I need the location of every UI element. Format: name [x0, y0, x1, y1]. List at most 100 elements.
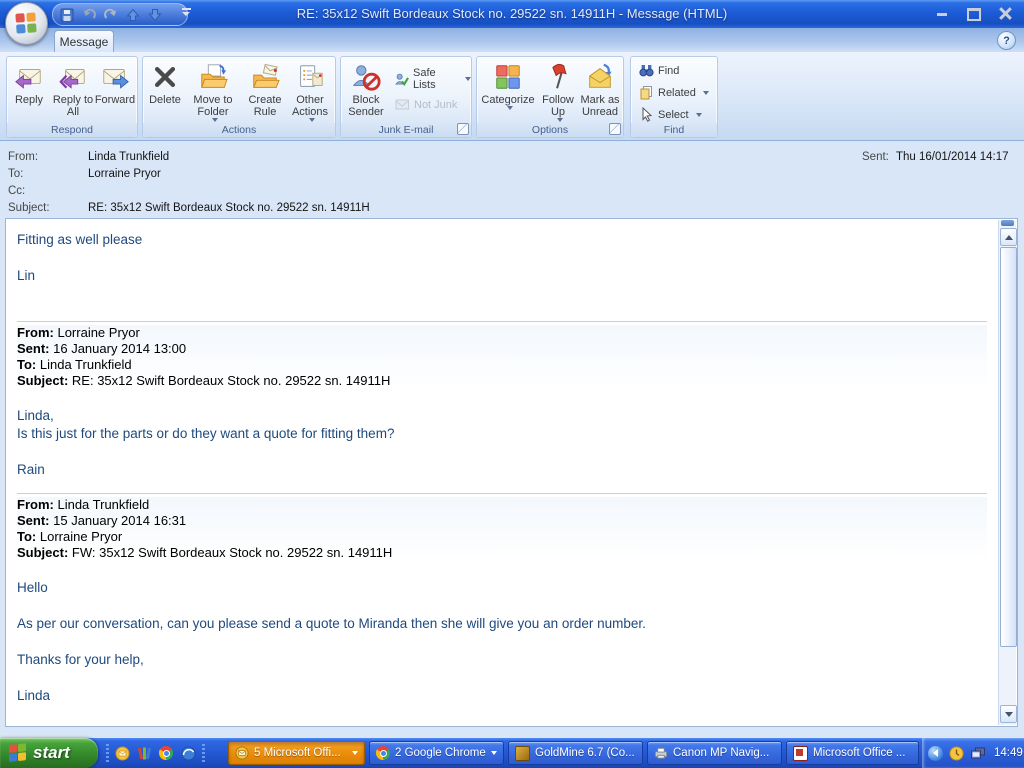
taskbar-button-chrome-group[interactable]: 2 Google Chrome — [369, 741, 504, 765]
vertical-scrollbar[interactable] — [998, 220, 1017, 725]
related-button[interactable]: Related — [639, 85, 709, 100]
delete-button[interactable]: Delete — [145, 60, 185, 106]
office-button[interactable] — [5, 2, 48, 45]
reply-button[interactable]: Reply — [9, 60, 49, 106]
quote-separator — [17, 493, 987, 494]
tray-display-icon[interactable] — [970, 746, 986, 761]
goldmine-task-icon — [515, 745, 530, 761]
message-header-panel: From: Linda Trunkfield To: Lorraine Pryo… — [0, 141, 1024, 217]
forward-envelope-icon — [103, 69, 129, 89]
minimize-button[interactable] — [930, 5, 954, 23]
title-bar: RE: 35x12 Swift Bordeaux Stock no. 29522… — [0, 0, 1024, 28]
quicklaunch-chrome-icon[interactable] — [156, 742, 176, 764]
forward-button[interactable]: Forward — [95, 60, 135, 106]
taskbar-button-outlook-group[interactable]: 5 Microsoft Offi... — [228, 741, 365, 765]
follow-up-flag-icon — [552, 63, 567, 89]
find-button[interactable]: Find — [639, 63, 679, 78]
quicklaunch-paint-icon[interactable] — [134, 742, 154, 764]
block-sender-icon — [352, 65, 381, 91]
group-dropdown-icon — [491, 751, 497, 755]
select-button[interactable]: Select — [639, 107, 702, 122]
categorize-icon — [496, 65, 520, 89]
safe-lists-icon — [395, 73, 409, 86]
group-caption-find: Find — [631, 123, 717, 137]
dropdown-arrow-icon — [465, 77, 471, 81]
quote2-signature: Linda — [17, 688, 51, 703]
delete-x-icon — [154, 66, 176, 88]
outlook-task-icon — [235, 746, 249, 760]
customize-qat-icon[interactable] — [182, 8, 191, 16]
scroll-down-button[interactable] — [1000, 705, 1017, 723]
other-actions-button[interactable]: Other Actions — [287, 60, 333, 122]
reply-envelope-icon — [15, 69, 41, 89]
categorize-button[interactable]: Categorize — [479, 60, 537, 110]
to-label: To: — [8, 168, 24, 180]
ribbon: Reply Reply to All Forward Respond Delet… — [0, 52, 1024, 141]
system-tray: 14:49 — [922, 738, 1024, 768]
undo-icon[interactable] — [81, 7, 97, 23]
quote2-line: Thanks for your help, — [17, 652, 144, 667]
create-rule-icon — [253, 63, 280, 88]
previous-item-icon[interactable] — [125, 7, 141, 23]
options-dialog-launcher-icon[interactable] — [609, 123, 621, 135]
group-find: Find Related Select Find — [630, 56, 718, 138]
quicklaunch-outlook-icon[interactable] — [112, 742, 132, 764]
close-button[interactable] — [994, 5, 1018, 23]
sent-value: Thu 16/01/2014 14:17 — [896, 151, 1009, 163]
quicklaunch-divider — [106, 744, 109, 762]
create-rule-button[interactable]: Create Rule — [243, 60, 287, 118]
tray-chevron-icon[interactable] — [928, 745, 943, 761]
tray-outlook-reminder-icon[interactable] — [949, 746, 964, 761]
group-caption-options: Options — [477, 123, 623, 137]
group-dropdown-icon — [352, 751, 358, 755]
taskbar: start 5 Microsoft Offi... 2 Google Chrom… — [0, 738, 1024, 768]
group-caption-junk-email: Junk E-mail — [341, 123, 471, 137]
subject-label: Subject: — [8, 202, 50, 214]
quote-separator — [17, 321, 987, 322]
scrollbar-thumb[interactable] — [1000, 247, 1017, 647]
taskbar-button-office[interactable]: Microsoft Office ... — [786, 741, 919, 765]
windows-flag-icon — [9, 743, 27, 763]
follow-up-button[interactable]: Follow Up — [537, 60, 579, 122]
block-sender-button[interactable]: Block Sender — [343, 60, 389, 118]
help-button[interactable]: ? — [997, 31, 1016, 50]
task-label: Canon MP Navig... — [673, 747, 770, 759]
quicklaunch-mail-icon[interactable] — [178, 742, 198, 764]
safe-lists-button[interactable]: Safe Lists — [395, 67, 471, 91]
move-to-folder-button[interactable]: Move to Folder — [185, 60, 241, 122]
mark-as-unread-icon — [589, 63, 612, 88]
tab-message[interactable]: Message — [54, 30, 114, 53]
dropdown-arrow-icon — [702, 90, 709, 95]
subject-value: RE: 35x12 Swift Bordeaux Stock no. 29522… — [88, 202, 370, 214]
other-actions-icon — [300, 65, 323, 87]
not-junk-button: Not Junk — [395, 97, 457, 112]
mark-as-unread-button[interactable]: Mark as Unread — [577, 60, 623, 118]
start-label: start — [33, 743, 70, 762]
to-value: Lorraine Pryor — [88, 168, 161, 180]
triangle-up-icon — [1004, 234, 1013, 240]
cursor-icon — [642, 107, 653, 122]
message-body: Fitting as well please Lin From: Lorrain… — [5, 218, 1018, 727]
redo-icon[interactable] — [103, 7, 119, 23]
chrome-task-icon — [376, 746, 390, 760]
start-button[interactable]: start — [0, 738, 98, 768]
junk-dialog-launcher-icon[interactable] — [457, 123, 469, 135]
quote1-line: Linda, — [17, 408, 54, 423]
reply-all-envelope-icon — [59, 69, 85, 89]
related-documents-icon — [640, 86, 652, 100]
quoted-header: From: Lorraine Pryor Sent: 16 January 20… — [17, 325, 987, 389]
save-icon[interactable] — [59, 7, 75, 23]
task-label: 2 Google Chrome — [395, 747, 486, 759]
scroll-up-button[interactable] — [1000, 228, 1017, 246]
reply-to-all-button[interactable]: Reply to All — [51, 60, 95, 118]
reply-signature: Lin — [17, 268, 36, 283]
sent-label: Sent: — [862, 151, 889, 163]
quoted-header: From: Linda Trunkfield Sent: 15 January … — [17, 497, 987, 561]
taskbar-button-canon[interactable]: Canon MP Navig... — [647, 741, 782, 765]
from-label: From: — [8, 151, 39, 163]
next-item-icon[interactable] — [147, 7, 163, 23]
dropdown-arrow-icon — [695, 112, 702, 117]
restore-button[interactable] — [962, 5, 986, 23]
split-handle[interactable] — [1001, 220, 1014, 226]
taskbar-button-goldmine[interactable]: GoldMine 6.7 (Co... — [508, 741, 643, 765]
